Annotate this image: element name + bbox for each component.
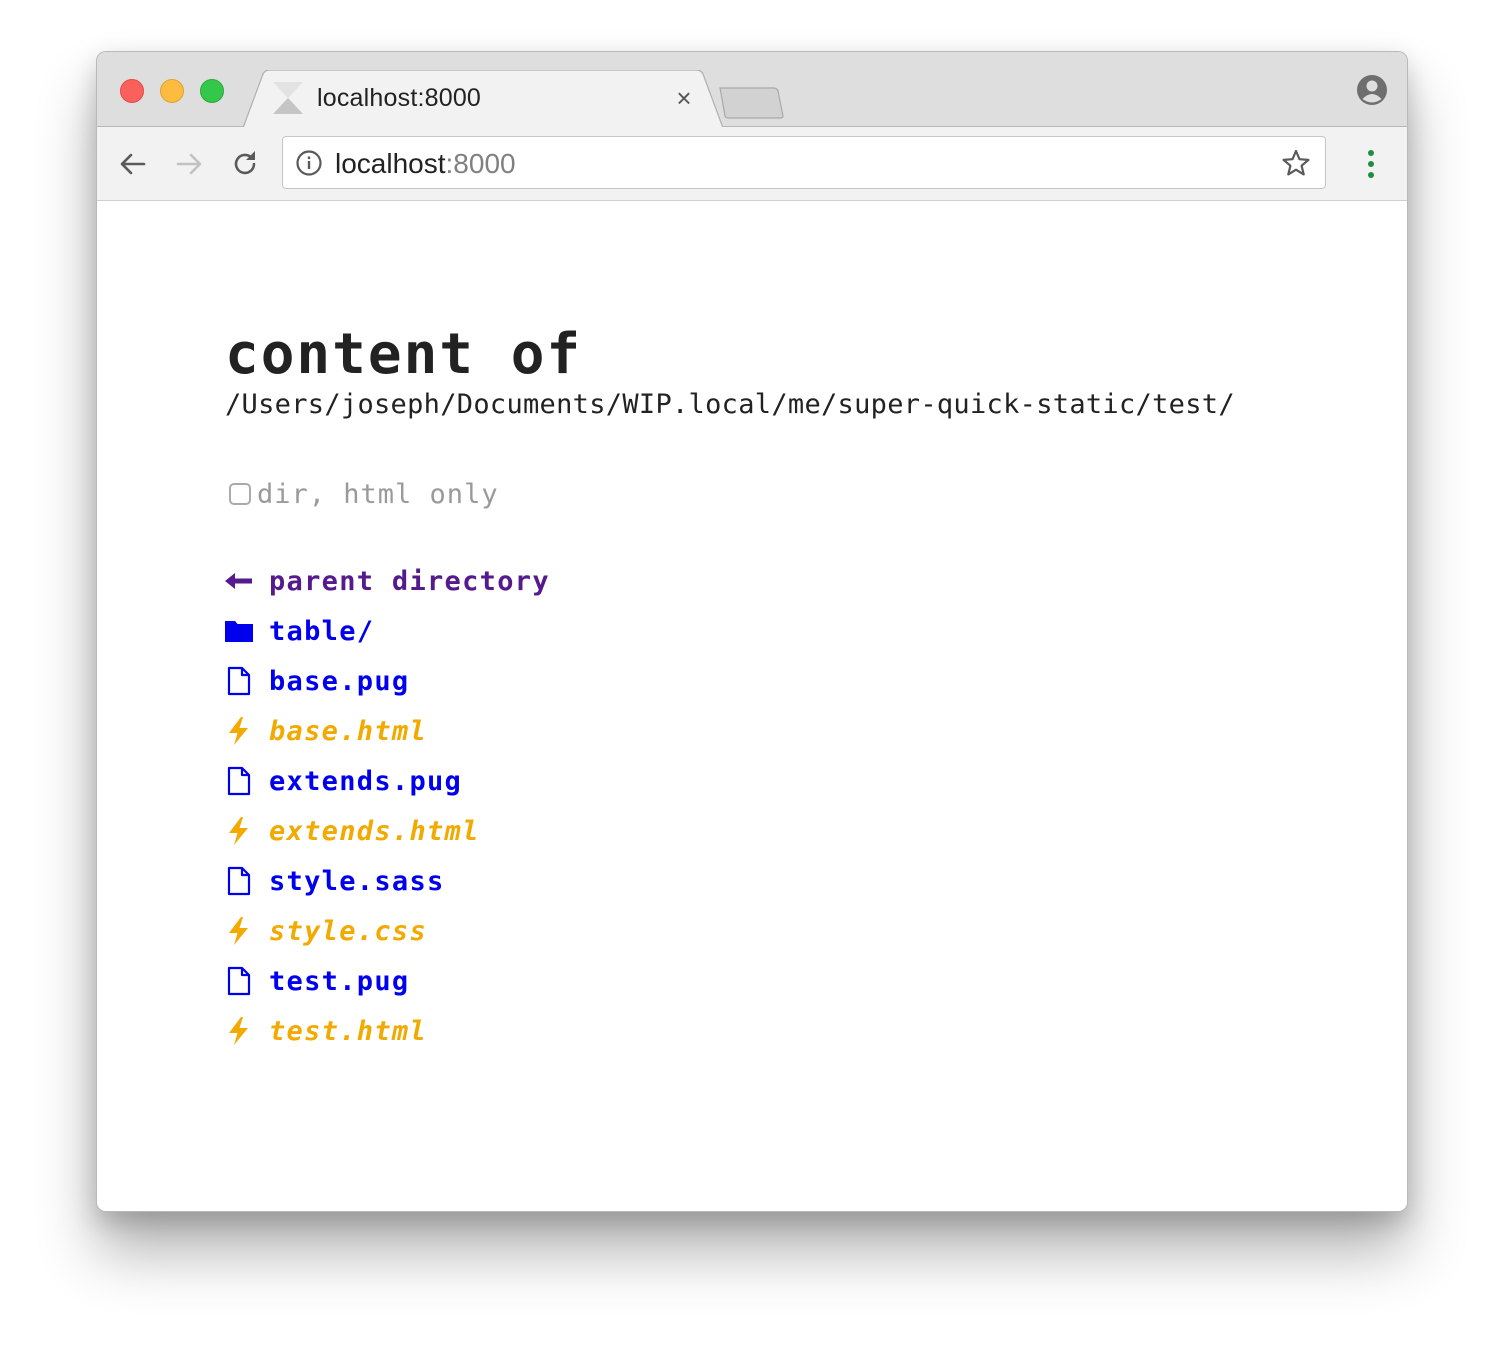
more-menu-icon[interactable] [1357,147,1385,181]
browser-window: localhost:8000 × localhost:8000 content … [96,51,1408,1212]
new-tab-button[interactable] [717,86,787,120]
file-link[interactable]: style.sass [269,866,445,897]
url-text[interactable]: localhost:8000 [335,148,516,180]
file-link[interactable]: base.pug [269,666,409,697]
file-icon [224,766,254,796]
url-port: :8000 [445,148,516,179]
forward-arrow-icon[interactable] [172,147,206,181]
address-bar[interactable]: localhost:8000 [282,136,1326,189]
file-icon [224,666,254,696]
page-title: content of [225,322,583,387]
file-link[interactable]: style.css [269,916,427,947]
profile-icon[interactable] [1356,74,1388,106]
list-item: test.pug [224,956,550,1006]
list-item: extends.html [224,806,550,856]
parent-directory-link[interactable]: parent directory [269,566,550,597]
tab-title: localhost:8000 [317,84,482,112]
list-item: base.html [224,706,550,756]
browser-toolbar: localhost:8000 [97,127,1407,201]
filter-label: dir, html only [257,478,499,510]
list-item: style.css [224,906,550,956]
minimize-window-button[interactable] [160,79,184,103]
tab-close-button[interactable]: × [672,85,696,111]
default-favicon-icon [273,82,303,114]
page-content: content of /Users/joseph/Documents/WIP.l… [97,201,1407,1211]
arrow-left-icon [224,566,254,596]
file-link[interactable]: test.pug [269,966,409,997]
file-link[interactable]: table/ [269,616,374,647]
lightning-icon [224,816,254,846]
file-link[interactable]: test.html [269,1016,427,1047]
close-window-button[interactable] [120,79,144,103]
folder-icon [224,616,254,646]
filter-toggle[interactable]: dir, html only [229,476,499,512]
lightning-icon [224,916,254,946]
file-link[interactable]: base.html [269,716,427,747]
file-list: parent directory table/base.pug base.html e… [224,556,550,1056]
info-icon[interactable] [295,149,323,177]
list-item: extends.pug [224,756,550,806]
list-item: test.html [224,1006,550,1056]
back-arrow-icon[interactable] [116,147,150,181]
list-item: parent directory [224,556,550,606]
title-bar: localhost:8000 × [97,52,1407,128]
url-host: localhost [335,148,446,179]
list-item: base.pug [224,656,550,706]
list-item: table/ [224,606,550,656]
directory-path: /Users/joseph/Documents/WIP.local/me/sup… [225,389,1235,420]
file-link[interactable]: extends.html [269,816,480,847]
bookmark-star-icon[interactable] [1281,148,1311,178]
list-item: style.sass [224,856,550,906]
file-link[interactable]: extends.pug [269,766,462,797]
tab-shape [243,70,723,128]
lightning-icon [224,1016,254,1046]
file-icon [224,966,254,996]
tab-localhost[interactable]: localhost:8000 × [243,70,723,128]
lightning-icon [224,716,254,746]
file-icon [224,866,254,896]
filter-checkbox[interactable] [229,483,251,505]
maximize-window-button[interactable] [200,79,224,103]
reload-icon[interactable] [228,147,262,181]
